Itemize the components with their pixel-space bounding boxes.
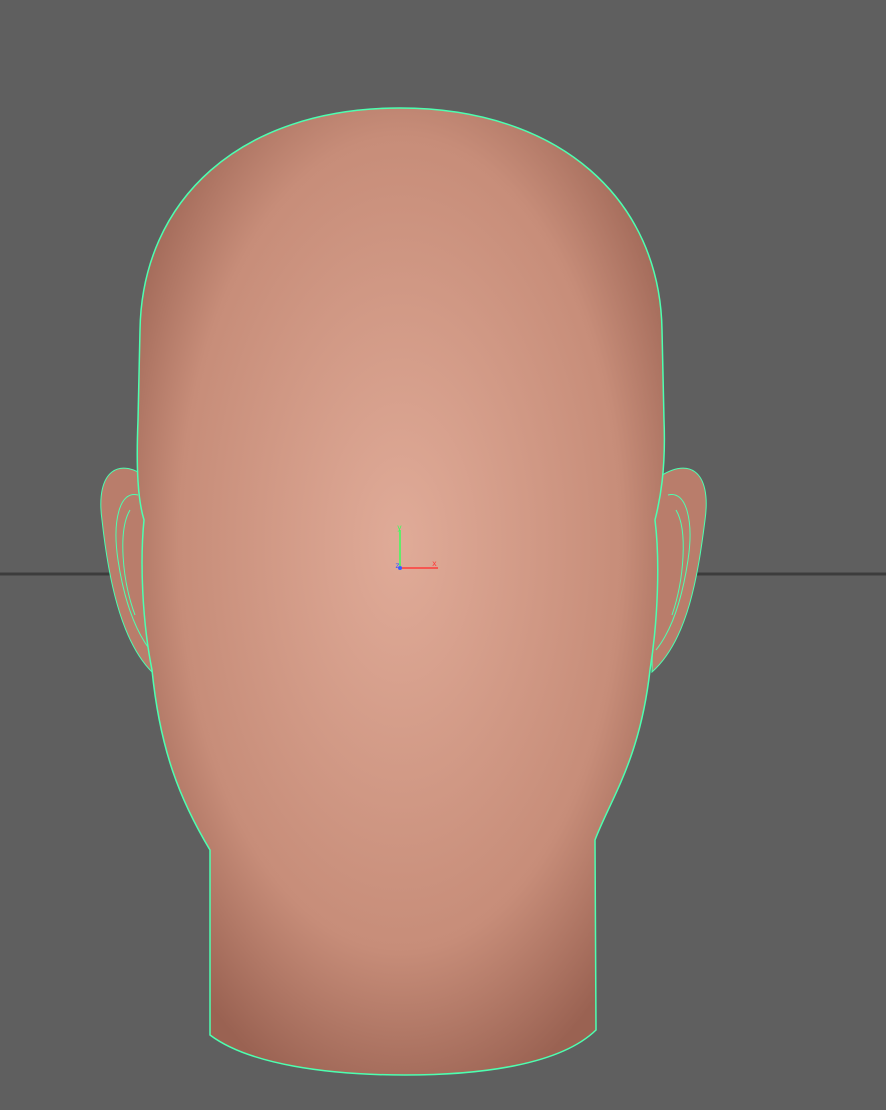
viewport-scene[interactable]: z x y xyxy=(0,0,886,1110)
3d-viewport[interactable]: z x y xyxy=(0,0,886,1110)
z-axis-label: z xyxy=(395,561,400,570)
y-axis-label: y xyxy=(397,523,402,532)
x-axis-label: x xyxy=(432,559,437,568)
